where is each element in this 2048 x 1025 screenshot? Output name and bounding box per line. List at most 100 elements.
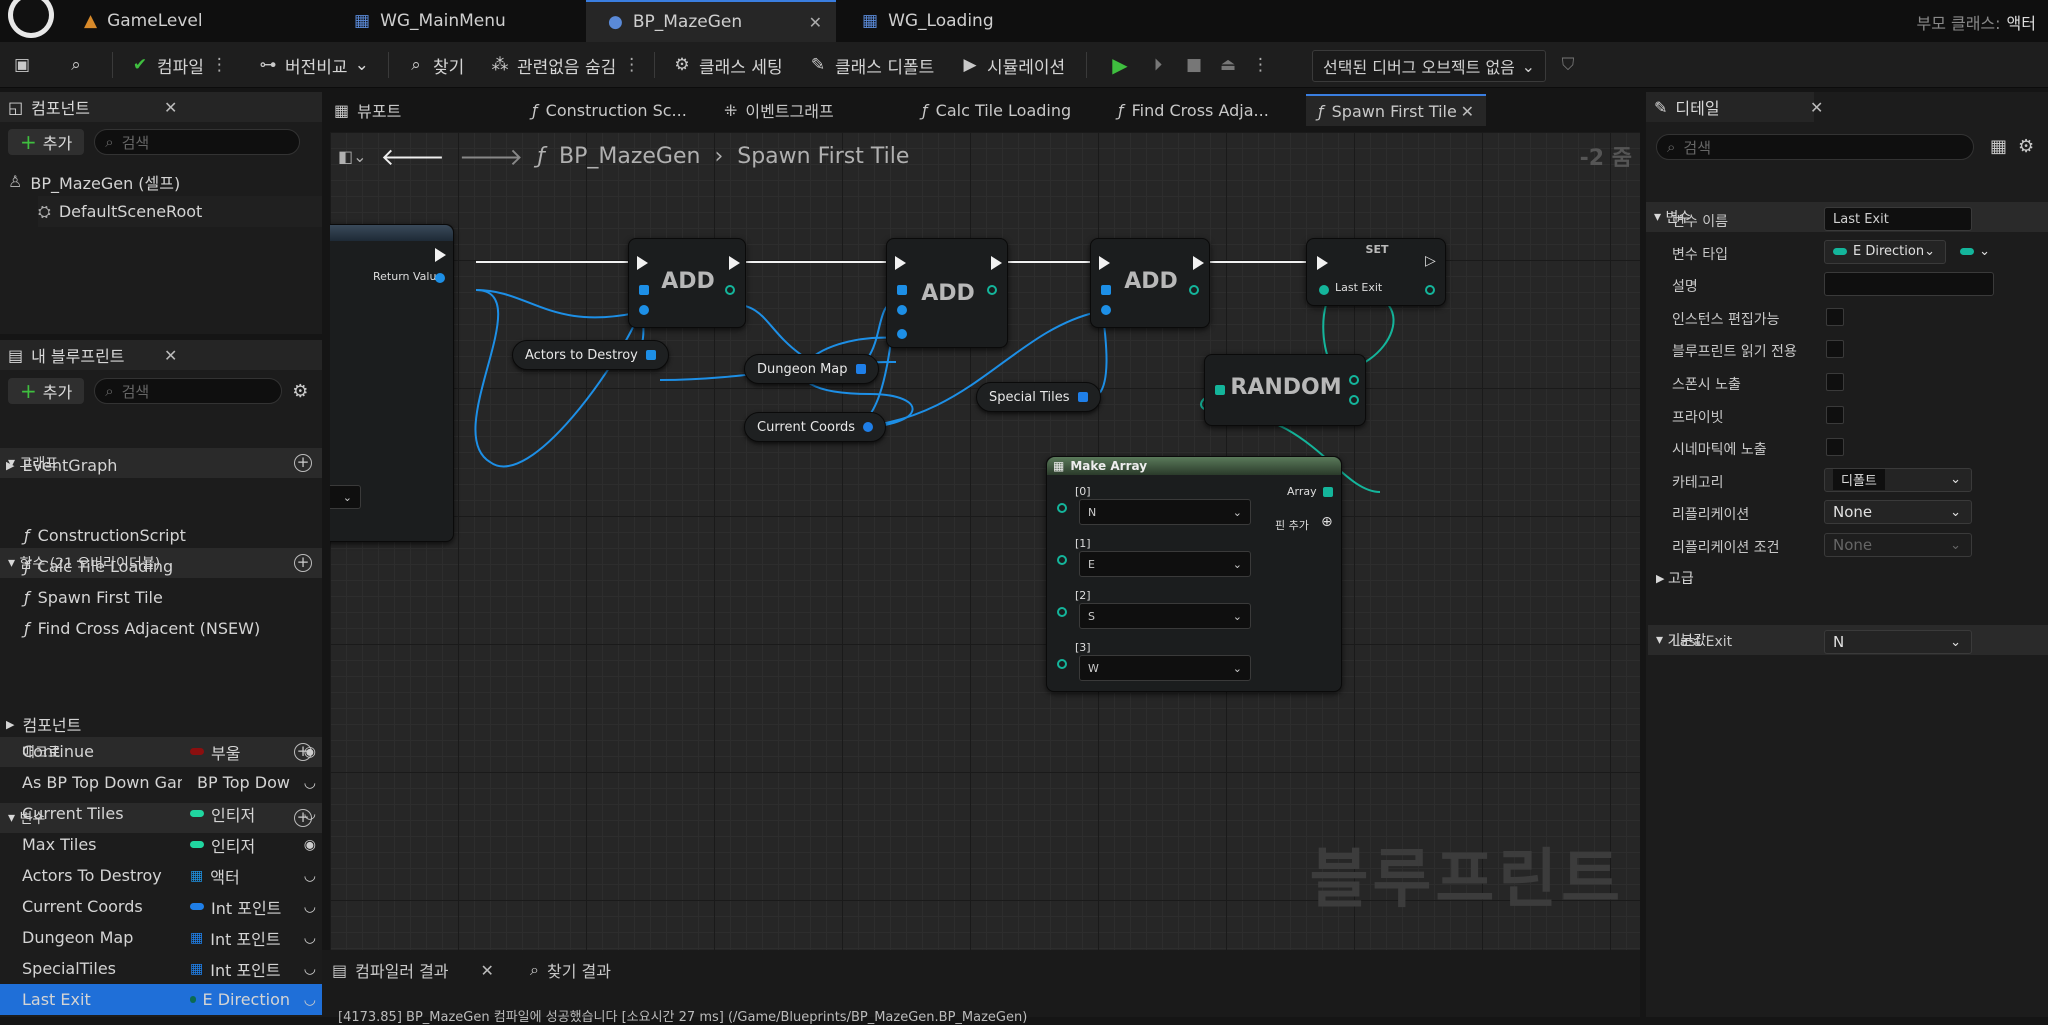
eye-open-icon[interactable]: ◉ xyxy=(304,837,316,853)
exec-pin[interactable] xyxy=(435,248,446,262)
add-node-3[interactable]: ADD xyxy=(1090,238,1210,328)
eye-closed-icon[interactable]: ◡ xyxy=(304,899,316,915)
close-icon[interactable]: ✕ xyxy=(1461,102,1474,121)
return-value-pin[interactable] xyxy=(435,273,445,283)
index-out-pin[interactable] xyxy=(987,285,997,295)
index-out-pin[interactable] xyxy=(725,285,735,295)
debug-object-select[interactable]: 선택된 디버그 오브젝트 없음 ⌄ xyxy=(1312,50,1546,82)
play-button[interactable]: ▶ xyxy=(1110,50,1130,80)
property-checkbox[interactable] xyxy=(1826,373,1844,391)
gear-icon[interactable]: ⚙ xyxy=(2018,136,2034,157)
add-component-button[interactable]: + 추가 xyxy=(8,129,85,155)
item-pin[interactable] xyxy=(639,305,649,315)
component-self[interactable]: ♙ BP_MazeGen (셀프) xyxy=(8,166,180,197)
save-button[interactable]: ▣ xyxy=(12,50,32,80)
exec-out-pin[interactable]: ▷ xyxy=(1425,253,1436,269)
category-select[interactable]: 디폴트 ⌄ xyxy=(1824,467,1972,492)
array-in-pin[interactable] xyxy=(1215,385,1225,395)
add-member-button[interactable]: + 추가 xyxy=(8,378,85,404)
table-view-icon[interactable]: ▦ xyxy=(1990,136,2007,157)
eject-button[interactable]: ⏏ xyxy=(1218,50,1238,80)
eye-closed-icon[interactable]: ◡ xyxy=(304,930,316,946)
step-button[interactable]: ⏵ xyxy=(1148,50,1168,80)
eye-closed-icon[interactable]: ◡ xyxy=(304,992,316,1008)
add-node-2[interactable]: ADD xyxy=(886,238,1008,348)
property-checkbox[interactable] xyxy=(1826,307,1844,326)
tab-gamelevel[interactable]: ▲ GameLevel xyxy=(62,0,332,42)
array-pin[interactable] xyxy=(1101,285,1111,295)
index-pin[interactable] xyxy=(1349,395,1359,405)
exec-out-pin[interactable] xyxy=(729,256,740,270)
item-pin[interactable] xyxy=(897,329,907,339)
add-pin-icon[interactable]: ⊕ xyxy=(1321,514,1333,530)
variable-item[interactable]: SpecialTiles ▦ Int 포인트 ◡ xyxy=(0,953,322,984)
more-options-icon[interactable]: ⋮ xyxy=(211,55,228,75)
default-last-exit-select[interactable]: N ⌄ xyxy=(1824,630,1972,654)
tab-viewport[interactable]: ▦ 뷰포트 xyxy=(334,96,401,124)
index-out-pin[interactable] xyxy=(1189,285,1199,295)
variable-item[interactable]: Continue 부울 ◉ xyxy=(0,736,322,767)
event-graph-item[interactable]: ▶ EventGraph xyxy=(6,450,117,481)
last-exit-out-pin[interactable] xyxy=(1425,285,1435,295)
array-item-dropdown[interactable]: S ⌄ xyxy=(1079,603,1251,629)
components-tab[interactable]: ◱ 컴포넌트 ✕ xyxy=(0,92,322,122)
eye-closed-icon[interactable]: ◡ xyxy=(304,775,316,791)
array-item-pin[interactable] xyxy=(1057,503,1067,513)
graph-canvas[interactable]: ◧⌄ 🡐 🡒 ƒ BP_MazeGen › Spawn First Tile -… xyxy=(330,132,1640,950)
more-options-icon[interactable]: ⋮ xyxy=(623,55,640,75)
enum-dropdown[interactable]: ⌄ xyxy=(330,485,361,509)
tab-compiler-results[interactable]: ▤ 컴파일러 결과 ✕ xyxy=(332,956,494,984)
hide-unrelated-button[interactable]: ⁂ 관련없음 숨김 ⋮ xyxy=(490,50,641,80)
array-item-pin[interactable] xyxy=(1057,555,1067,565)
add-function-icon[interactable]: + xyxy=(294,554,312,572)
browse-button[interactable]: ⌕ xyxy=(66,50,86,80)
function-entry-node[interactable]: Return Value ⌄ xyxy=(330,224,454,542)
item-pin[interactable] xyxy=(1101,305,1111,315)
set-node[interactable]: SET ▷ Last Exit xyxy=(1306,238,1446,306)
unreal-logo-icon[interactable] xyxy=(8,0,54,38)
debug-filter-button[interactable]: ⛉ xyxy=(1558,50,1578,80)
container-type-select[interactable]: ⌄ xyxy=(1952,240,1990,264)
tab-event-graph[interactable]: ⁜ 이벤트그래프 xyxy=(724,96,834,124)
eye-open-icon[interactable]: ◉ xyxy=(304,744,316,760)
eye-closed-icon[interactable]: ◡ xyxy=(304,868,316,884)
property-checkbox[interactable] xyxy=(1826,438,1844,457)
add-node-1[interactable]: ADD xyxy=(628,238,746,328)
advanced-section[interactable]: ▶ 고급 xyxy=(1648,563,2048,593)
tab-spawn-first-tile[interactable]: ƒ Spawn First Tile ✕ xyxy=(1306,94,1486,126)
details-tab[interactable]: ✎ 디테일 ✕ xyxy=(1646,92,1823,122)
array-item-dropdown[interactable]: N ⌄ xyxy=(1079,499,1251,525)
variable-type-select[interactable]: E Direction ⌄ xyxy=(1824,239,1946,264)
dungeon-map-node[interactable]: Dungeon Map xyxy=(744,354,879,384)
tab-calc-tile-loading[interactable]: ƒ Calc Tile Loading xyxy=(922,96,1071,124)
close-icon[interactable]: ✕ xyxy=(1810,98,1823,117)
special-tiles-node[interactable]: Special Tiles xyxy=(976,382,1101,412)
diff-button[interactable]: ⊶ 버전비교 ⌄ xyxy=(258,50,369,80)
more-options-icon[interactable]: ⋮ xyxy=(1252,50,1269,80)
array-pin[interactable] xyxy=(639,285,649,295)
my-blueprint-search-input[interactable]: ⌕ 검색 xyxy=(94,378,283,404)
close-icon[interactable]: ✕ xyxy=(481,961,494,980)
components-category[interactable]: ▶ 컴포넌트 xyxy=(6,712,81,736)
array-out-pin[interactable] xyxy=(645,350,656,360)
close-icon[interactable]: ✕ xyxy=(809,13,822,32)
tab-bp-mazegen[interactable]: ● BP_MazeGen ✕ xyxy=(586,0,836,42)
add-graph-icon[interactable]: + xyxy=(294,454,312,472)
exec-in-pin[interactable] xyxy=(637,256,648,270)
replication-select[interactable]: None ⌄ xyxy=(1824,500,1972,525)
out-item-pin[interactable] xyxy=(1349,375,1359,385)
variable-item[interactable]: Dungeon Map ▦ Int 포인트 ◡ xyxy=(0,922,322,953)
actors-to-destroy-node[interactable]: Actors to Destroy xyxy=(512,340,669,370)
exec-in-pin[interactable] xyxy=(895,256,906,270)
property-text-field[interactable]: Last Exit xyxy=(1824,207,1972,231)
property-checkbox[interactable] xyxy=(1826,405,1844,424)
add-pin-label[interactable]: 핀 추가 xyxy=(1275,517,1309,533)
tab-wg-loading[interactable]: ▦ WG_Loading xyxy=(840,0,1100,42)
stop-button[interactable]: ■ xyxy=(1184,50,1204,80)
eye-closed-icon[interactable]: ◡ xyxy=(304,806,316,822)
current-coords-node[interactable]: Current Coords xyxy=(744,412,887,442)
parent-class-link[interactable]: 액터 xyxy=(2007,10,2036,34)
last-exit-in-pin[interactable] xyxy=(1319,285,1329,295)
simulation-button[interactable]: ▶ 시뮬레이션 xyxy=(960,50,1065,80)
array-pin[interactable] xyxy=(897,285,907,295)
